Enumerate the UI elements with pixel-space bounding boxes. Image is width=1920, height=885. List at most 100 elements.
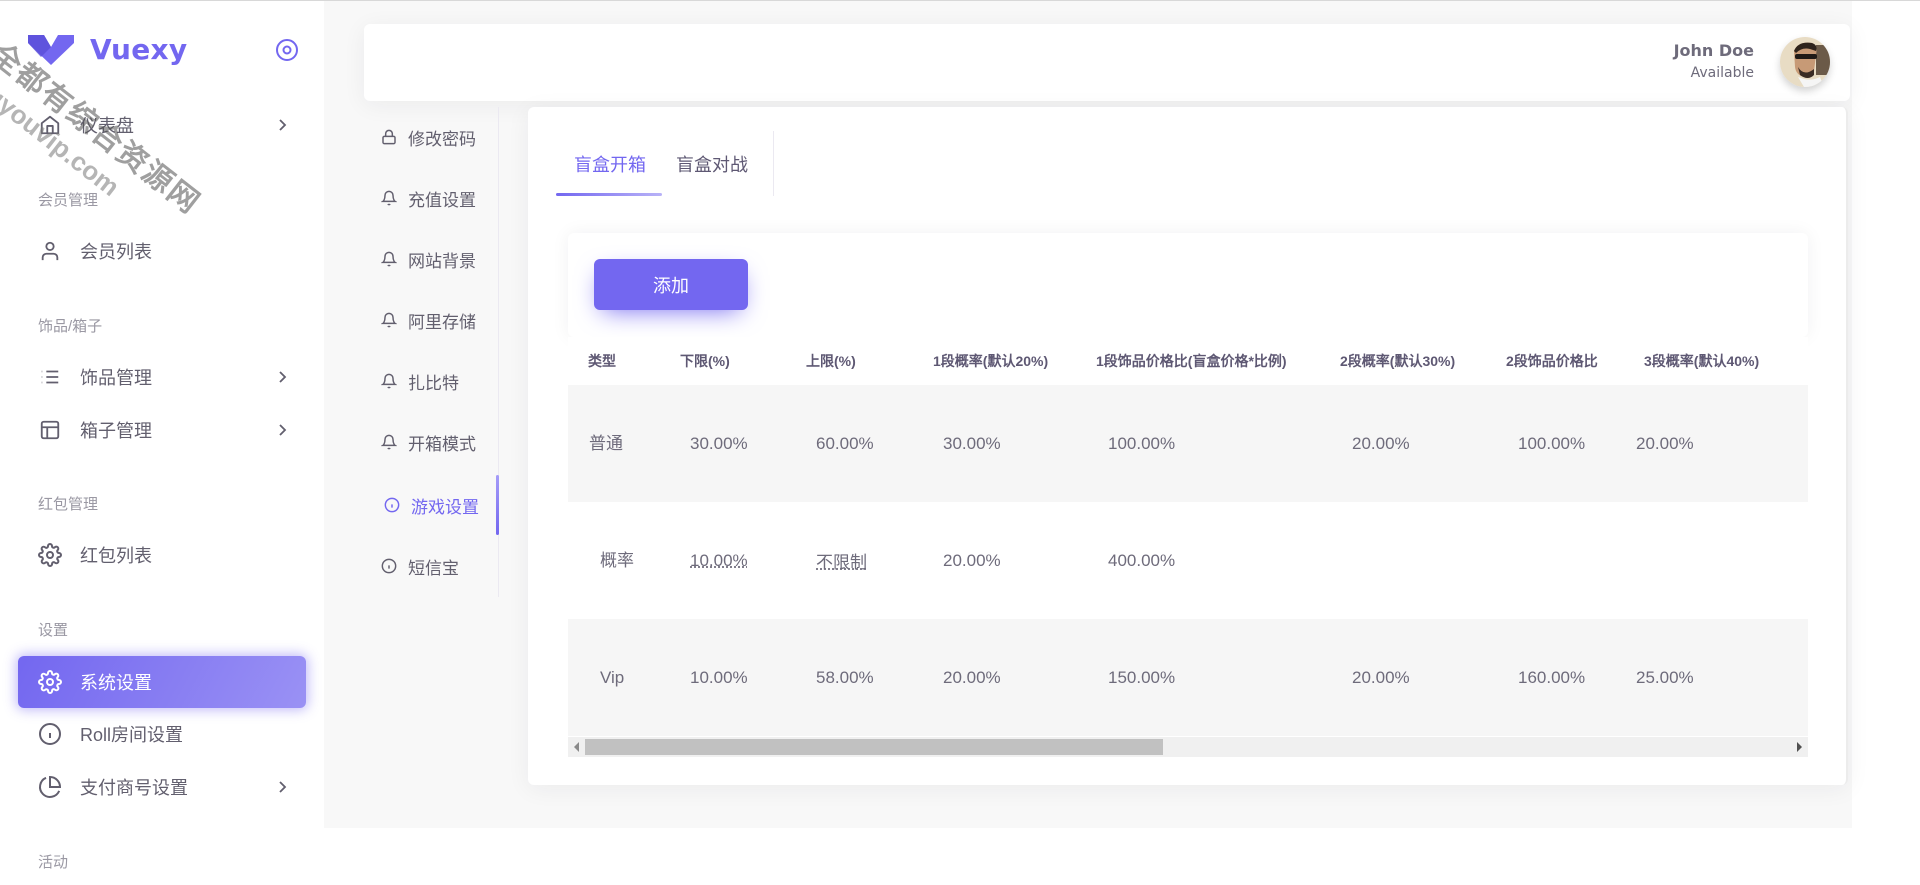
table-row[interactable]: Vip 10.00% 58.00% 20.00% 150.00% 20.00% … [568, 619, 1808, 736]
chevron-right-icon [272, 367, 292, 387]
cell-lower-limit: 10.00% [660, 619, 786, 736]
cell-stage2-price-ratio [1486, 502, 1624, 619]
chevron-right-icon [272, 777, 292, 797]
sidebar-item-item-management[interactable]: 饰品管理 [18, 352, 306, 402]
bell-icon [380, 311, 398, 329]
sidebar-item-label: 饰品管理 [80, 368, 152, 388]
horizontal-scrollbar[interactable] [568, 737, 1808, 757]
subnav-item-label: 修改密码 [408, 129, 476, 149]
nav-section-activities: 活动 [38, 854, 69, 871]
cell-stage3-probability: 20.00% [1624, 385, 1808, 502]
vuexy-logo-icon [28, 33, 74, 65]
layout-icon [38, 418, 62, 442]
bell-icon [380, 250, 398, 268]
scroll-right-arrow-icon[interactable] [1797, 742, 1802, 752]
settings-subnav: 修改密码 充值设置 网站背景 阿里存储 扎比特 开箱模式 游戏设置 短信宝 [364, 107, 499, 597]
cell-upper-limit: 不限制 [786, 502, 913, 619]
brand[interactable]: Vuexy [28, 29, 187, 69]
cell-stage1-price-ratio: 150.00% [1076, 619, 1320, 736]
list-icon [38, 365, 62, 389]
user-icon [38, 239, 62, 263]
sidebar-item-member-list[interactable]: 会员列表 [18, 226, 306, 276]
sidebar-item-label: 系统设置 [80, 673, 152, 693]
nav-section-items-boxes: 饰品/箱子 [38, 318, 103, 335]
column-header: 3段概率(默认40%) [1624, 337, 1808, 385]
subnav-item-site-background[interactable]: 网站背景 [380, 244, 476, 274]
user-name[interactable]: John Doe [1674, 41, 1754, 60]
subnav-item-label: 阿里存储 [408, 312, 476, 332]
scrollbar-thumb[interactable] [585, 739, 1163, 755]
sidebar-item-label: 会员列表 [80, 242, 152, 262]
sidebar-item-label: 红包列表 [80, 546, 152, 566]
cell-stage1-price-ratio: 400.00% [1076, 502, 1320, 619]
subnav-item-label: 扎比特 [408, 373, 459, 393]
chevron-right-icon [272, 115, 292, 135]
subnav-item-recharge-settings[interactable]: 充值设置 [380, 183, 476, 213]
cell-stage1-probability: 20.00% [913, 619, 1076, 736]
scroll-left-arrow-icon[interactable] [574, 742, 579, 752]
cell-upper-limit: 60.00% [786, 385, 913, 502]
subnav-item-game-settings[interactable]: 游戏设置 [383, 490, 479, 520]
subnav-active-indicator [496, 475, 499, 535]
column-header: 1段概率(默认20%) [913, 337, 1076, 385]
column-header: 下限(%) [660, 337, 786, 385]
subnav-item-aliyun-storage[interactable]: 阿里存储 [380, 305, 476, 335]
column-header: 2段概率(默认30%) [1320, 337, 1486, 385]
top-navbar: John Doe Available [364, 24, 1850, 101]
sidebar-item-label: 箱子管理 [80, 421, 152, 441]
subnav-item-change-password[interactable]: 修改密码 [380, 122, 476, 152]
sidebar-item-payment-merchant-settings[interactable]: 支付商号设置 [18, 762, 306, 812]
cell-stage3-probability: 25.00% [1624, 619, 1808, 736]
cell-upper-limit: 58.00% [786, 619, 913, 736]
sidebar-item-red-packet-list[interactable]: 红包列表 [18, 530, 306, 580]
user-status: Available [1690, 65, 1754, 81]
pie-chart-icon [38, 775, 62, 799]
add-button[interactable]: 添加 [594, 259, 748, 310]
user-avatar[interactable] [1780, 37, 1830, 87]
sidebar-item-dashboard[interactable]: 仪表盘 [18, 100, 306, 150]
info-icon [380, 557, 398, 575]
cell-lower-limit: 10.00% [660, 502, 786, 619]
bell-icon [380, 433, 398, 451]
subnav-item-label: 开箱模式 [408, 434, 476, 454]
cell-stage2-probability [1320, 502, 1486, 619]
toolbar-panel: 添加 [568, 233, 1808, 337]
cell-stage1-probability: 30.00% [913, 385, 1076, 502]
tab-blind-box-battle[interactable]: 盲盒对战 [676, 151, 748, 177]
sidebar-item-box-management[interactable]: 箱子管理 [18, 405, 306, 455]
column-header: 1段饰品价格比(盲盒价格*比例) [1076, 337, 1320, 385]
column-header: 2段饰品价格比 [1486, 337, 1624, 385]
subnav-item-sms-bao[interactable]: 短信宝 [380, 551, 459, 581]
bell-icon [380, 372, 398, 390]
sidebar-item-system-settings[interactable]: 系统设置 [18, 656, 306, 708]
cell-type: 普通 [568, 385, 660, 502]
table-row[interactable]: 普通 30.00% 60.00% 30.00% 100.00% 20.00% 1… [568, 385, 1808, 502]
sidebar-item-roll-room-settings[interactable]: Roll房间设置 [18, 709, 306, 759]
subnav-item-label: 短信宝 [408, 558, 459, 578]
subnav-item-label: 游戏设置 [411, 497, 479, 517]
cell-type: 概率 [568, 502, 660, 619]
collapse-toggle-icon[interactable] [275, 38, 299, 62]
lock-icon [380, 128, 398, 146]
nav-section-members: 会员管理 [38, 192, 99, 209]
table-row[interactable]: 概率 10.00% 不限制 20.00% 400.00% [568, 502, 1808, 619]
info-icon [38, 722, 62, 746]
tab-bar: 盲盒开箱 盲盒对战 [556, 131, 774, 196]
bell-icon [380, 189, 398, 207]
right-margin [1852, 1, 1920, 885]
sidebar-item-label: 仪表盘 [80, 116, 134, 136]
chevron-right-icon [272, 420, 292, 440]
cell-stage1-price-ratio: 100.00% [1076, 385, 1320, 502]
cell-stage2-price-ratio: 160.00% [1486, 619, 1624, 736]
table-header-row: 类型 下限(%) 上限(%) 1段概率(默认20%) 1段饰品价格比(盲盒价格*… [568, 337, 1808, 385]
cell-stage2-probability: 20.00% [1320, 619, 1486, 736]
sidebar-item-label: 支付商号设置 [80, 778, 188, 798]
subnav-item-box-mode[interactable]: 开箱模式 [380, 427, 476, 457]
sidebar: Vuexy 仪表盘 会员管理 会员列表 饰品/箱子 饰品管理 箱子管理 红包管理… [0, 1, 324, 885]
tab-blind-box-open[interactable]: 盲盒开箱 [574, 151, 646, 177]
subnav-item-zbit[interactable]: 扎比特 [380, 366, 459, 396]
info-icon [383, 496, 401, 514]
cell-stage2-probability: 20.00% [1320, 385, 1486, 502]
subnav-item-label: 网站背景 [408, 251, 476, 271]
nav-section-red-packets: 红包管理 [38, 496, 99, 513]
